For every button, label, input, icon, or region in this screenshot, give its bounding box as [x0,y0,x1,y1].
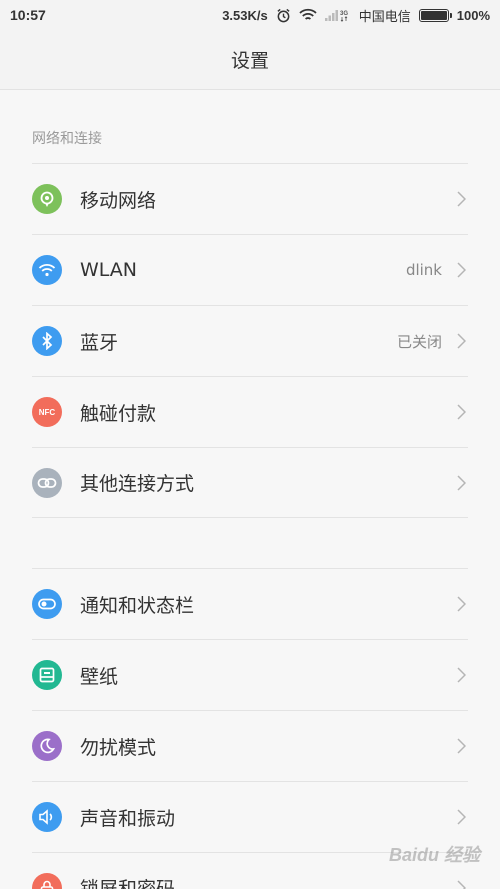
setting-label: 触碰付款 [80,402,157,425]
svg-text:NFC: NFC [39,408,56,417]
setting-label: 锁屏和密码 [80,878,176,889]
watermark: Baidu 经验 [388,845,480,865]
lock-icon [32,872,62,889]
alarm-icon [276,8,291,23]
wifi-icon [32,255,62,285]
setting-label: 其他连接方式 [80,473,195,495]
chevron-right-icon [454,666,468,684]
moon-icon [32,731,62,761]
setting-item-other-connections[interactable]: 其他连接方式 [32,447,468,518]
status-right: 3.53K/s 3G 中国电信 100% [222,6,490,25]
chevron-right-icon [454,595,468,613]
wifi-status-icon [299,8,317,22]
page-title: 设置 [230,50,269,72]
status-time: 10:57 [10,7,46,23]
setting-label: 声音和振动 [80,807,176,830]
status-bar: 10:57 3.53K/s 3G 中国电信 100% [0,0,500,30]
setting-item-bluetooth[interactable]: 蓝牙 已关闭 [32,305,468,376]
mobile-network-icon [32,184,62,214]
chevron-right-icon [454,808,468,826]
setting-value: dlink [405,261,442,279]
setting-label: 壁纸 [80,665,119,688]
nfc-icon: NFC [32,397,62,427]
chevron-right-icon [454,261,468,279]
setting-item-do-not-disturb[interactable]: 勿扰模式 [32,710,468,781]
battery-percent: 100% [456,7,490,23]
chevron-right-icon [454,332,468,350]
setting-label: 移动网络 [80,189,157,212]
battery-icon [418,8,452,22]
setting-label: 勿扰模式 [80,736,157,759]
network-speed: 3.53K/s [222,7,268,23]
setting-item-nfc-payment[interactable]: NFC 触碰付款 [32,376,468,447]
setting-item-wlan[interactable]: WLAN dlink [32,234,468,305]
speaker-icon [32,802,62,832]
chevron-right-icon [454,879,468,889]
link-icon [32,467,62,498]
section-header-network: 网络和连接 [32,131,102,147]
carrier-name: 中国电信 [358,8,411,24]
wallpaper-icon [32,660,62,690]
notification-icon [32,589,62,619]
setting-item-mobile-network[interactable]: 移动网络 [32,163,468,234]
bluetooth-icon [32,326,62,356]
chevron-right-icon [454,403,468,421]
title-bar: 设置 [0,30,500,90]
setting-label: 蓝牙 [80,331,119,354]
network-settings-list: 移动网络 WLAN dlink 蓝牙 已关闭 NFC 触碰付款 其他连接方式 [32,163,468,518]
chevron-right-icon [454,737,468,755]
setting-item-notifications[interactable]: 通知和状态栏 [32,568,468,639]
setting-item-wallpaper[interactable]: 壁纸 [32,639,468,710]
setting-label: WLAN [80,259,138,281]
chevron-right-icon [454,190,468,208]
chevron-right-icon [454,474,468,492]
setting-value: 已关闭 [396,332,442,351]
network-type: 3G [340,11,348,17]
signal-icon: 3G [324,8,351,22]
setting-label: 通知和状态栏 [80,594,195,617]
